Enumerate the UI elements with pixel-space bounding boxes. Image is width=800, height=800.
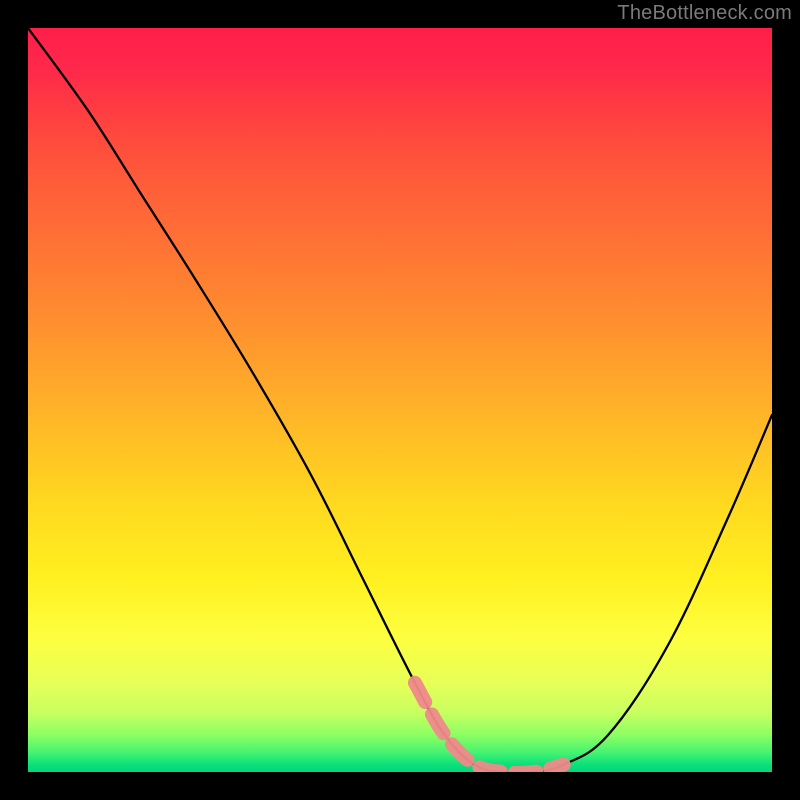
watermark-label: TheBottleneck.com	[617, 2, 792, 25]
chart-stage: TheBottleneck.com	[0, 0, 800, 800]
optimal-region-highlight	[415, 683, 564, 772]
bottleneck-curve-path	[28, 28, 772, 772]
plot-area	[28, 28, 772, 772]
bottleneck-curve	[28, 28, 772, 772]
